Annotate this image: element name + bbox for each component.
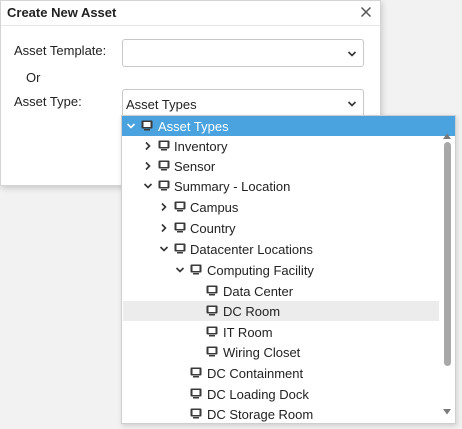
asset-type-select[interactable]: Asset Types [122,89,364,117]
tree-item-label: Sensor [174,159,216,174]
chevron-down-icon[interactable] [175,265,185,275]
tree-item-summary-location[interactable]: Summary - Location [123,176,439,196]
chevron-right-icon[interactable] [159,223,169,233]
asset-node-icon [158,180,170,191]
tree-item-datacenter-locations[interactable]: Datacenter Locations [123,239,439,259]
chevron-right-icon[interactable] [143,141,153,151]
asset-node-icon [190,367,202,378]
tree-item-label: Summary - Location [174,179,291,194]
chevron-down-icon [347,51,357,57]
tree-item-computing-facility[interactable]: Computing Facility [123,260,439,280]
tree-item-label: Asset Types [158,119,229,134]
scroll-thumb[interactable] [444,142,451,366]
tree-item-campus[interactable]: Campus [123,197,439,217]
tree-item-label: DC Room [223,304,281,319]
chevron-right-icon[interactable] [159,202,169,212]
tree-item-data-center[interactable]: Data Center [123,281,439,301]
asset-node-icon [141,120,153,131]
chevron-down-icon[interactable] [159,244,169,254]
screen: Create New Asset Asset Template: Or Asse… [0,0,462,429]
tree-item-label: DC Loading Dock [207,387,309,402]
vertical-scrollbar[interactable] [440,133,454,423]
asset-type-value: Asset Types [126,97,197,112]
asset-node-icon [158,140,170,151]
tree-item-label: Computing Facility [207,263,314,278]
close-button[interactable] [358,4,374,20]
asset-type-dropdown: Asset Types Inventory Sensor Summary - L… [121,115,456,424]
tree-item-sensor[interactable]: Sensor [123,156,439,176]
tree-item-dc-containment[interactable]: DC Containment [123,363,439,383]
chevron-right-icon[interactable] [143,161,153,171]
tree-item-dc-storage-room[interactable]: DC Storage Room [123,404,439,423]
scroll-up-icon[interactable] [442,132,452,140]
tree-item-label: Datacenter Locations [190,242,313,257]
dialog-header: Create New Asset [1,1,380,26]
asset-node-icon [190,408,202,419]
tree-item-label: Wiring Closet [223,345,301,360]
tree-item-dc-room[interactable]: DC Room [123,301,439,321]
tree-item-label: DC Containment [207,366,304,381]
asset-type-label: Asset Type: [14,94,82,109]
tree-item-label: IT Room [223,325,273,340]
tree-item-label: DC Storage Room [207,407,314,422]
tree-item-label: Country [190,221,236,236]
tree-item-label: Data Center [223,284,294,299]
asset-node-icon [174,243,186,254]
asset-node-icon [174,201,186,212]
scroll-down-icon[interactable] [442,408,452,416]
asset-node-icon [190,264,202,275]
dialog-title: Create New Asset [7,5,117,20]
or-label: Or [26,70,41,85]
asset-node-icon [206,285,218,296]
asset-template-label: Asset Template: [14,43,107,58]
asset-template-select[interactable] [122,39,364,67]
tree-item-it-room[interactable]: IT Room [123,322,439,342]
tree-item-label: Inventory [174,139,228,154]
tree-item-inventory[interactable]: Inventory [123,136,439,156]
asset-node-icon [206,305,218,316]
asset-node-icon [206,346,218,357]
chevron-down-icon [347,101,357,107]
chevron-down-icon[interactable] [143,181,153,191]
tree-item-wiring-closet[interactable]: Wiring Closet [123,342,439,362]
close-icon [360,6,372,18]
asset-node-icon [158,160,170,171]
asset-node-icon [206,326,218,337]
tree-item-label: Campus [190,200,239,215]
asset-node-icon [190,388,202,399]
tree-item-country[interactable]: Country [123,218,439,238]
asset-node-icon [174,222,186,233]
tree-item-dc-loading-dock[interactable]: DC Loading Dock [123,384,439,404]
tree-item-asset-types[interactable]: Asset Types [122,116,455,136]
chevron-down-icon[interactable] [126,121,136,131]
